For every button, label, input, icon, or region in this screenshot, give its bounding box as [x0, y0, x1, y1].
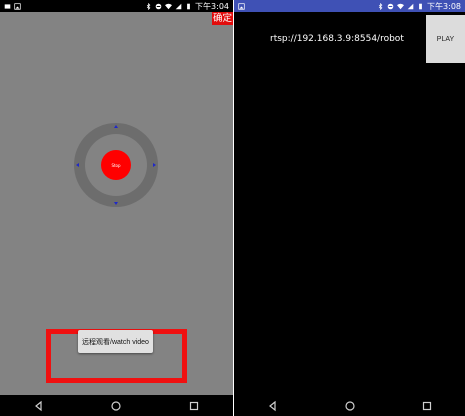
notification-icon	[4, 3, 11, 9]
signal-icon	[407, 3, 414, 9]
confirm-button[interactable]: 确定	[212, 12, 233, 25]
status-time: 下午3:04	[195, 1, 229, 11]
watch-video-button[interactable]: 远程观看/watch video	[78, 330, 153, 353]
nav-bar	[234, 395, 465, 416]
bluetooth-icon	[146, 2, 151, 10]
back-icon[interactable]	[33, 400, 45, 412]
play-button[interactable]: PLAY	[426, 15, 465, 63]
do-not-disturb-icon	[387, 3, 394, 9]
status-bar: 下午3:04	[0, 0, 233, 12]
joystick-panel: 确定 Stop 远程观看/watch video	[0, 12, 233, 395]
stream-url-label: rtsp://192.168.3.9:8554/robot	[270, 34, 404, 44]
recents-icon[interactable]	[188, 400, 200, 412]
joystick-stop-knob[interactable]: Stop	[101, 150, 131, 180]
recents-icon[interactable]	[421, 400, 433, 412]
status-bar: 下午3:08	[234, 0, 465, 12]
back-icon[interactable]	[267, 400, 279, 412]
bluetooth-icon	[378, 2, 383, 10]
battery-icon	[419, 3, 422, 9]
arrow-up-icon[interactable]	[114, 125, 118, 128]
left-screen: 下午3:04 确定 Stop 远程观看/watch video	[0, 0, 233, 416]
joystick-control[interactable]: Stop	[74, 123, 158, 207]
arrow-right-icon[interactable]	[153, 163, 156, 167]
image-icon	[14, 2, 21, 10]
home-icon[interactable]	[344, 400, 356, 412]
right-screen: 下午3:08 rtsp://192.168.3.9:8554/robot PLA…	[234, 0, 465, 416]
do-not-disturb-icon	[155, 3, 162, 9]
battery-icon	[187, 3, 190, 9]
arrow-left-icon[interactable]	[76, 163, 79, 167]
image-icon	[238, 2, 245, 10]
wifi-icon	[165, 3, 173, 9]
arrow-down-icon[interactable]	[114, 202, 118, 205]
wifi-icon	[397, 3, 405, 9]
signal-icon	[175, 3, 182, 9]
status-time: 下午3:08	[427, 1, 461, 11]
home-icon[interactable]	[110, 400, 122, 412]
nav-bar	[0, 395, 233, 416]
joystick-stop-label: Stop	[111, 162, 121, 168]
